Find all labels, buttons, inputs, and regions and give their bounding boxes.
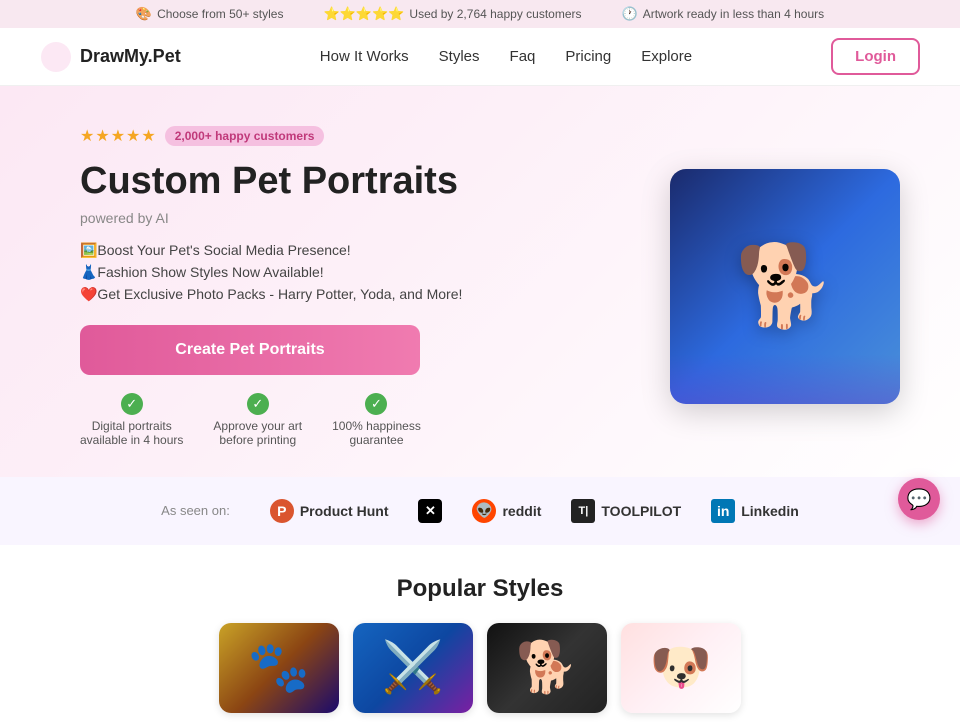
clock-icon: 🕐 — [622, 6, 638, 22]
nav-link-faq[interactable]: Faq — [510, 48, 536, 65]
nav-link-how-it-works[interactable]: How It Works — [320, 48, 409, 65]
style-card-hearts[interactable]: 🐶 — [621, 623, 741, 713]
popular-styles-section: Popular Styles 🐾 ⚔️ 🐕 🐶 — [0, 545, 960, 723]
style-card-hearts-image: 🐶 — [650, 638, 712, 697]
style-card-jedi-image: ⚔️ — [382, 638, 444, 697]
feature-1: 🖼️Boost Your Pet's Social Media Presence… — [80, 242, 462, 259]
chat-icon: 💬 — [907, 487, 932, 512]
product-hunt-label: Product Hunt — [300, 503, 389, 519]
nav-link-explore[interactable]: Explore — [641, 48, 692, 65]
banner-text-ready: Artwork ready in less than 4 hours — [643, 7, 824, 21]
stars-badge: ★★★★★ 2,000+ happy customers — [80, 126, 462, 146]
check-happiness: ✓ 100% happinessguarantee — [332, 393, 421, 447]
linkedin-label: Linkedin — [741, 503, 799, 519]
check-approve: ✓ Approve your artbefore printing — [213, 393, 302, 447]
cta-button[interactable]: Create Pet Portraits — [80, 325, 420, 375]
hero-title: Custom Pet Portraits — [80, 160, 462, 204]
nav-item-pricing[interactable]: Pricing — [565, 48, 611, 66]
brand-linkedin: in Linkedin — [711, 499, 799, 523]
toolpilot-label: TOOLPILOT — [601, 503, 681, 519]
nav-item-how-it-works[interactable]: How It Works — [320, 48, 409, 66]
hero-checks: ✓ Digital portraitsavailable in 4 hours … — [80, 393, 462, 447]
star-icon: ⭐⭐⭐⭐⭐ — [323, 6, 404, 22]
style-card-jedi[interactable]: ⚔️ — [353, 623, 473, 713]
linkedin-icon: in — [711, 499, 735, 523]
reddit-label: reddit — [502, 503, 541, 519]
hero-content: ★★★★★ 2,000+ happy customers Custom Pet … — [80, 126, 462, 447]
login-button[interactable]: Login — [831, 38, 920, 75]
hero-subtitle: powered by AI — [80, 210, 462, 226]
check-icon-3: ✓ — [365, 393, 387, 415]
feature-3: ❤️Get Exclusive Photo Packs - Harry Pott… — [80, 286, 462, 303]
product-hunt-icon: P — [270, 499, 294, 523]
popular-styles-title: Popular Styles — [40, 575, 920, 603]
banner-text-customers: Used by 2,764 happy customers — [409, 7, 581, 21]
nav-item-faq[interactable]: Faq — [510, 48, 536, 66]
hero-features: 🖼️Boost Your Pet's Social Media Presence… — [80, 242, 462, 303]
style-card-dark-image: 🐕 — [516, 638, 578, 697]
nav-link-pricing[interactable]: Pricing — [565, 48, 611, 65]
brand-toolpilot: T| TOOLPILOT — [571, 499, 681, 523]
style-card-royal-image: 🐾 — [248, 638, 310, 697]
style-card-dark[interactable]: 🐕 — [487, 623, 607, 713]
check-label-1: Digital portraitsavailable in 4 hours — [80, 419, 183, 447]
brand-product-hunt: P Product Hunt — [270, 499, 389, 523]
stars: ★★★★★ — [80, 126, 157, 146]
banner-item-styles: 🎨 Choose from 50+ styles — [136, 6, 284, 22]
check-icon-1: ✓ — [121, 393, 143, 415]
brand-reddit: 👽 reddit — [472, 499, 541, 523]
check-icon-2: ✓ — [247, 393, 269, 415]
x-icon: ✕ — [418, 499, 442, 523]
as-seen-section: As seen on: P Product Hunt ✕ 👽 reddit T|… — [0, 477, 960, 545]
chat-bubble[interactable]: 💬 — [898, 478, 940, 520]
style-card-royal[interactable]: 🐾 — [219, 623, 339, 713]
as-seen-label: As seen on: — [161, 503, 230, 518]
customer-badge: 2,000+ happy customers — [165, 126, 325, 146]
check-portraits: ✓ Digital portraitsavailable in 4 hours — [80, 393, 183, 447]
check-label-3: 100% happinessguarantee — [332, 419, 421, 447]
navigation: 🐾 DrawMy.Pet How It Works Styles Faq Pri… — [0, 28, 960, 86]
toolpilot-icon: T| — [571, 499, 595, 523]
nav-link-styles[interactable]: Styles — [439, 48, 480, 65]
palette-icon: 🎨 — [136, 6, 152, 22]
reddit-icon: 👽 — [472, 499, 496, 523]
logo[interactable]: 🐾 DrawMy.Pet — [40, 41, 181, 73]
nav-links: How It Works Styles Faq Pricing Explore — [320, 48, 692, 66]
nav-item-explore[interactable]: Explore — [641, 48, 692, 66]
logo-text: DrawMy.Pet — [80, 46, 181, 67]
feature-2: 👗Fashion Show Styles Now Available! — [80, 264, 462, 281]
banner-item-customers: ⭐⭐⭐⭐⭐ Used by 2,764 happy customers — [323, 6, 581, 22]
hero-section: ★★★★★ 2,000+ happy customers Custom Pet … — [0, 86, 960, 477]
top-banner: 🎨 Choose from 50+ styles ⭐⭐⭐⭐⭐ Used by 2… — [0, 0, 960, 28]
hero-pet-image: 🐕 — [735, 239, 835, 333]
banner-text-styles: Choose from 50+ styles — [157, 7, 283, 21]
nav-item-styles[interactable]: Styles — [439, 48, 480, 66]
brand-x: ✕ — [418, 499, 442, 523]
styles-grid: 🐾 ⚔️ 🐕 🐶 — [40, 623, 920, 713]
hero-image: 🐕 — [670, 169, 900, 404]
check-label-2: Approve your artbefore printing — [213, 419, 302, 447]
banner-item-ready: 🕐 Artwork ready in less than 4 hours — [622, 6, 825, 22]
